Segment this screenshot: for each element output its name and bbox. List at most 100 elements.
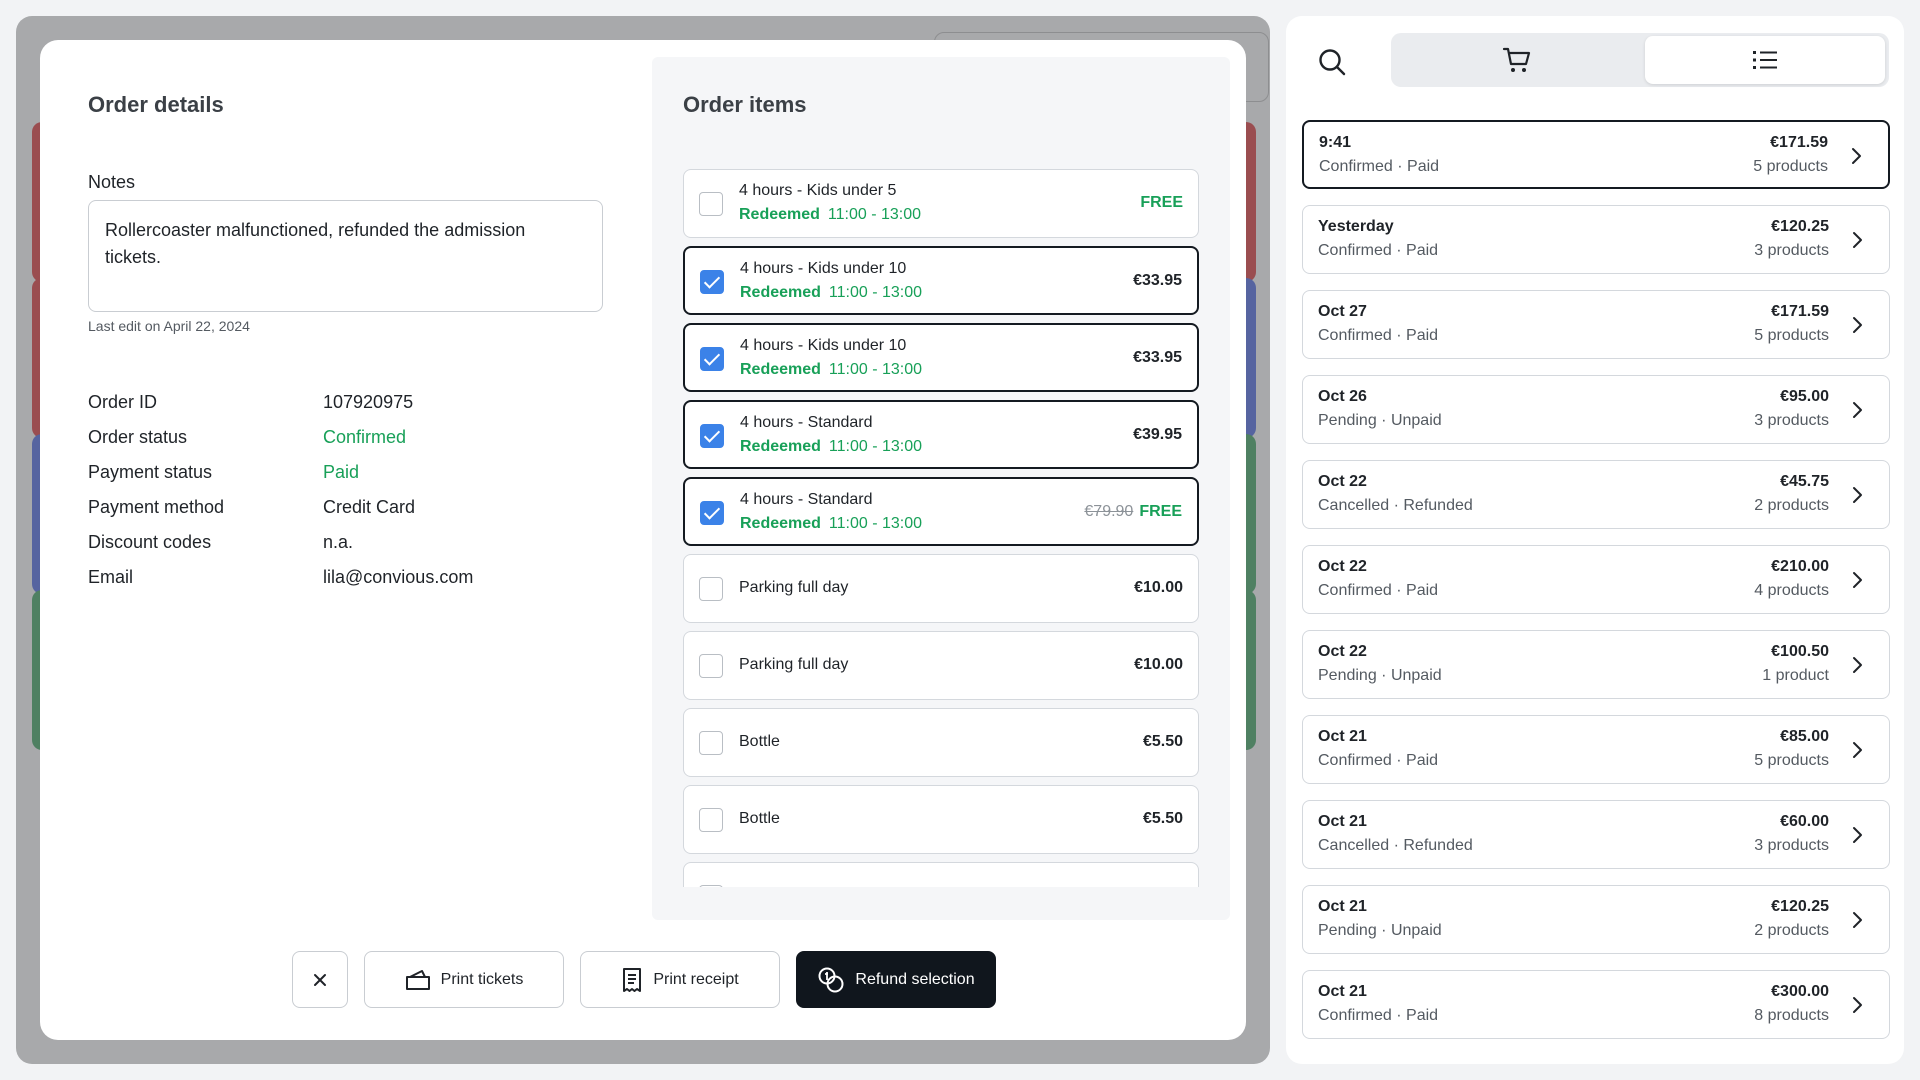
order-status: Confirmed · Paid [1318, 242, 1439, 259]
print-receipt-button[interactable]: Print receipt [580, 951, 780, 1008]
item-subline: Redeemed 11:00 - 13:00 [740, 438, 922, 456]
order-card[interactable]: Oct 21 Pending · Unpaid €120.25 2 products [1302, 885, 1890, 954]
order-date: Oct 21 [1318, 983, 1367, 1000]
item-checkbox[interactable] [699, 808, 723, 832]
order-item[interactable]: Bottle €5.50 [683, 785, 1199, 854]
print-tickets-button[interactable]: Print tickets [364, 951, 564, 1008]
item-checkbox[interactable] [699, 577, 723, 601]
order-item[interactable]: 4 hours - Standard Redeemed 11:00 - 13:00 €… [683, 400, 1199, 469]
tab-cart[interactable] [1395, 36, 1639, 84]
refund-selection-label: Refund selection [855, 970, 975, 988]
cart-icon [1502, 47, 1531, 72]
order-products: 3 products [1754, 242, 1829, 259]
close-button[interactable] [292, 951, 348, 1008]
info-value: Paid [323, 462, 360, 482]
item-old-price: €79.90 [1084, 503, 1134, 520]
order-item[interactable]: Bottle €5.50 [683, 708, 1199, 777]
refund-selection-button[interactable]: Refund selection [796, 951, 996, 1008]
order-item[interactable]: 4 hours - Kids under 5 Redeemed 11:00 - 13… [683, 169, 1199, 238]
item-status: Redeemed [740, 438, 821, 455]
order-products: 4 products [1754, 582, 1829, 599]
item-checkbox[interactable] [699, 192, 723, 216]
item-name: 4 hours - Kids under 10 [740, 337, 907, 354]
item-status: Redeemed [740, 515, 821, 532]
orders-list: 9:41 Confirmed · Paid €171.59 5 products Yes… [1302, 120, 1890, 1055]
order-date: Oct 22 [1318, 558, 1367, 575]
order-card[interactable]: Oct 22 Cancelled · Refunded €45.75 2 produc… [1302, 460, 1890, 529]
order-status: Pending · Unpaid [1318, 667, 1442, 684]
order-products: 2 products [1754, 497, 1829, 514]
item-price-value: €33.95 [1133, 349, 1182, 366]
order-item[interactable]: 4 hours - Kids under 10 Redeemed 11:00 - 1… [683, 323, 1199, 392]
item-name: 4 hours - Kids under 5 [739, 182, 897, 199]
chevron-right-icon [1853, 827, 1862, 843]
item-name: 4 hours - Standard [740, 414, 873, 431]
order-date: Oct 21 [1318, 728, 1367, 745]
order-item[interactable]: Parking full day €10.00 [683, 554, 1199, 623]
item-checkbox[interactable] [700, 501, 724, 525]
item-subline: Redeemed 11:00 - 13:00 [740, 361, 922, 379]
order-status: Confirmed · Paid [1318, 327, 1439, 344]
order-products: 3 products [1754, 837, 1829, 854]
search-button[interactable] [1314, 44, 1350, 80]
order-date: 9:41 [1319, 134, 1352, 151]
item-checkbox[interactable] [699, 885, 723, 887]
item-checkbox[interactable] [700, 424, 724, 448]
order-card[interactable]: Oct 22 Pending · Unpaid €100.50 1 product [1302, 630, 1890, 699]
order-card[interactable]: Yesterday Confirmed · Paid €120.25 3 produc… [1302, 205, 1890, 274]
order-items-panel: Order items 4 hours - Kids under 5 Redeem… [652, 57, 1230, 920]
tab-list[interactable] [1645, 36, 1885, 84]
order-card[interactable]: Oct 27 Confirmed · Paid €171.59 5 products [1302, 290, 1890, 359]
item-subline: Redeemed 11:00 - 13:00 [740, 515, 922, 533]
chevron-right-icon [1853, 997, 1862, 1013]
item-price-value: €5.50 [1142, 733, 1183, 750]
item-time: 11:00 - 13:00 [828, 284, 923, 301]
order-date: Oct 21 [1318, 813, 1367, 830]
info-value: lila@convious.com [323, 567, 474, 587]
order-amount: €45.75 [1780, 473, 1829, 490]
order-card[interactable]: Oct 21 Confirmed · Paid €85.00 5 products [1302, 715, 1890, 784]
chevron-right-icon [1853, 232, 1862, 248]
order-item[interactable]: 4 hours - Standard Redeemed 11:00 - 13:00 €… [683, 477, 1199, 546]
order-items-title: Order items [683, 92, 807, 117]
info-row: Payment method Credit Card [88, 490, 608, 525]
order-details-modal: Order details Notes Rollercoaster malfun… [40, 40, 1246, 1040]
order-card[interactable]: 9:41 Confirmed · Paid €171.59 5 products [1302, 120, 1890, 189]
order-card[interactable]: Oct 26 Pending · Unpaid €95.00 3 products [1302, 375, 1890, 444]
item-name: Parking full day [739, 579, 849, 596]
item-price: €33.95 [1133, 349, 1182, 367]
info-row: Order status Confirmed [88, 420, 608, 455]
info-label: Email [88, 567, 134, 587]
item-time: 11:00 - 13:00 [828, 515, 923, 532]
info-row: Discount codes n.a. [88, 525, 608, 560]
item-checkbox[interactable] [700, 347, 724, 371]
order-card[interactable]: Oct 21 Confirmed · Paid €300.00 8 products [1302, 970, 1890, 1039]
order-card[interactable]: Oct 22 Confirmed · Paid €210.00 4 products [1302, 545, 1890, 614]
orders-sidebar: 9:41 Confirmed · Paid €171.59 5 products Yes… [1286, 16, 1904, 1064]
order-amount: €171.59 [1771, 303, 1829, 320]
item-time: 11:00 - 13:00 [827, 206, 922, 223]
order-status: Pending · Unpaid [1318, 922, 1442, 939]
last-edit-text: Last edit on April 22, 2024 [88, 318, 250, 334]
item-checkbox[interactable] [699, 731, 723, 755]
item-price-value: €10.00 [1134, 579, 1183, 596]
order-amount: €210.00 [1771, 558, 1829, 575]
item-price: €10.00 [1134, 579, 1183, 597]
order-item[interactable]: Parking full day €10.00 [683, 631, 1199, 700]
order-item[interactable] [683, 862, 1199, 887]
order-products: 5 products [1754, 327, 1829, 344]
order-items-list[interactable]: 4 hours - Kids under 5 Redeemed 11:00 - 13… [683, 169, 1199, 887]
order-products: 3 products [1754, 412, 1829, 429]
info-label: Discount codes [88, 532, 212, 552]
order-amount: €120.25 [1771, 218, 1829, 235]
chevron-right-icon [1853, 912, 1862, 928]
notes-field[interactable]: Rollercoaster malfunctioned, refunded th… [88, 200, 603, 312]
order-item[interactable]: 4 hours - Kids under 10 Redeemed 11:00 - 1… [683, 246, 1199, 315]
item-name: 4 hours - Kids under 10 [740, 260, 907, 277]
close-icon [314, 973, 326, 986]
item-name: Bottle [739, 810, 780, 827]
item-checkbox[interactable] [699, 654, 723, 678]
order-card[interactable]: Oct 21 Cancelled · Refunded €60.00 3 produc… [1302, 800, 1890, 869]
item-checkbox[interactable] [700, 270, 724, 294]
info-row: Payment status Paid [88, 455, 608, 490]
